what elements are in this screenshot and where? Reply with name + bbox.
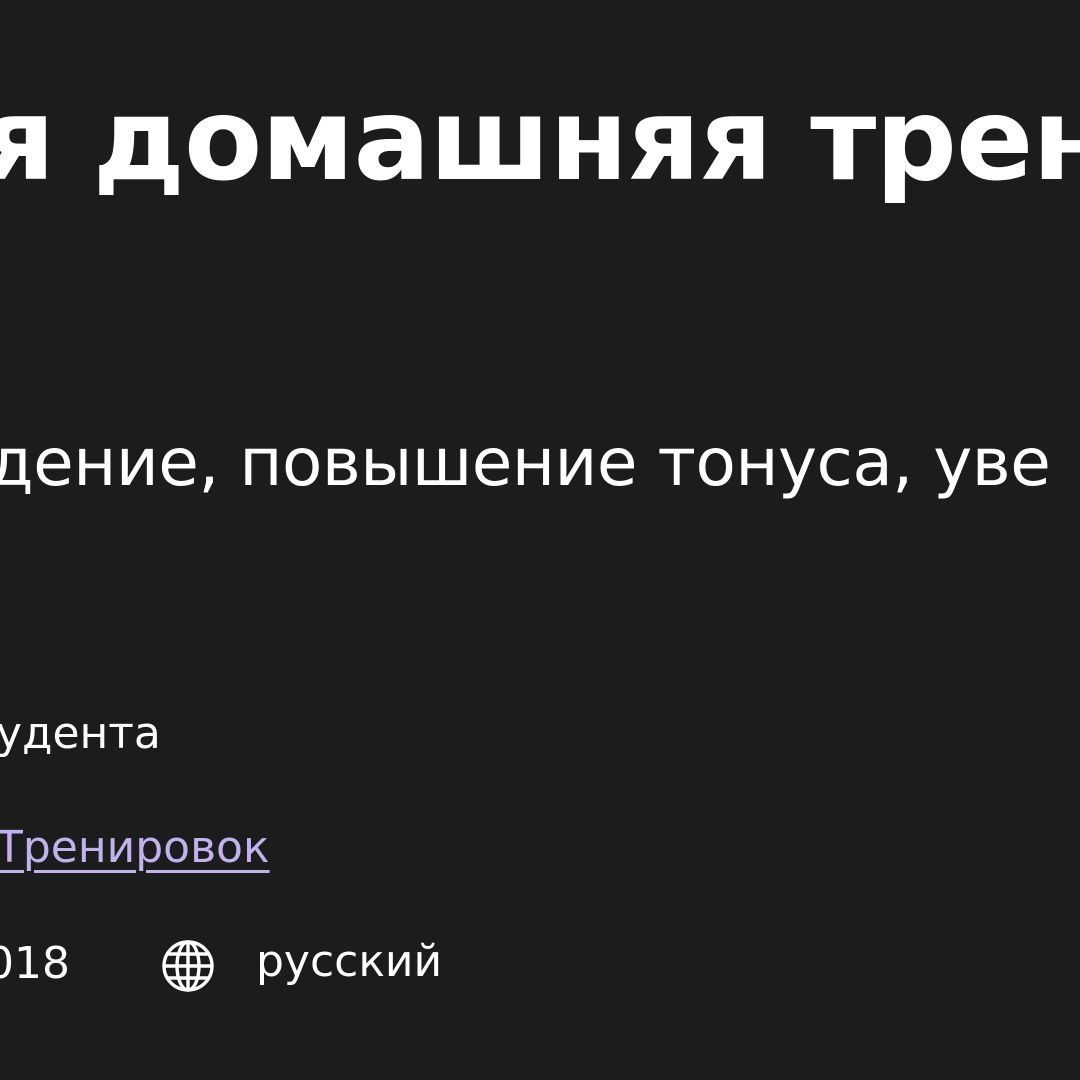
course-language: русский	[256, 936, 443, 987]
students-count-text: удента	[0, 708, 161, 759]
course-subtitle: дение, повышение тонуса, уве	[0, 424, 1051, 501]
course-info-panel: я домашняя трен дение, повышение тонуса,…	[0, 0, 1080, 1080]
course-title: я домашняя трен	[0, 73, 1080, 206]
course-year: 018	[0, 938, 70, 989]
globe-icon	[162, 940, 214, 992]
author-link[interactable]: Тренировок	[0, 818, 270, 878]
